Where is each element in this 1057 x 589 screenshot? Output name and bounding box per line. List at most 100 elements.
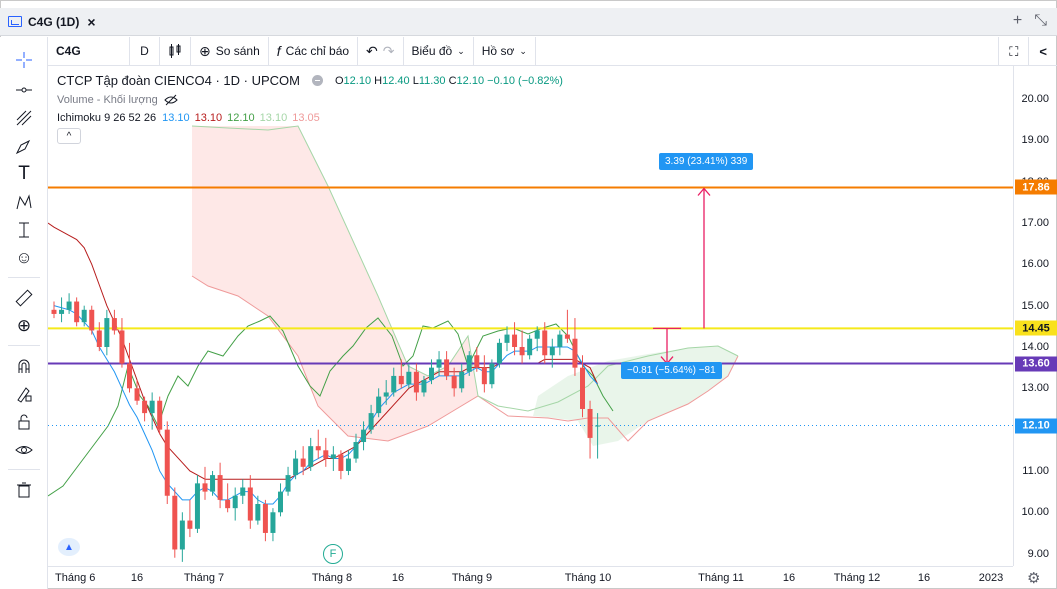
- low-value: 11.30: [418, 74, 446, 87]
- time-tick-label: 16: [782, 572, 796, 584]
- candle-body: [481, 367, 487, 385]
- candle-body: [564, 334, 570, 339]
- candle-body: [172, 495, 178, 550]
- share-button[interactable]: <: [1028, 37, 1057, 66]
- candle-type-button[interactable]: [160, 36, 191, 66]
- magnet-icon[interactable]: [0, 353, 48, 379]
- financial-event-marker[interactable]: F: [323, 544, 343, 564]
- volume-label: Volume - Khối lượng: [57, 94, 158, 106]
- candle-body: [512, 334, 518, 347]
- price-axis[interactable]: 20.0019.0018.0017.0016.0015.0014.0013.00…: [1013, 66, 1057, 566]
- candle-body: [142, 400, 148, 414]
- fullscreen-icon: ⛶: [1009, 43, 1019, 59]
- bullish-cloud: [533, 346, 738, 446]
- zoom-in-icon[interactable]: ⊕: [0, 313, 48, 339]
- candle-body: [436, 359, 442, 368]
- fx-icon: f: [276, 43, 281, 59]
- candle-body: [587, 408, 593, 438]
- tradingview-logo-icon[interactable]: ▲: [58, 538, 80, 556]
- price-tick-label: 14.00: [1021, 340, 1049, 353]
- trend-line-icon[interactable]: [0, 77, 48, 103]
- candle-body: [353, 442, 359, 459]
- share-icon: <: [1039, 44, 1047, 59]
- candle-body: [489, 363, 495, 385]
- ruler-icon[interactable]: [0, 285, 48, 311]
- candles-icon: [169, 44, 181, 58]
- time-axis[interactable]: Tháng 6 16 Tháng 7 Tháng 8 16 Tháng 9 Tháng 10…: [48, 566, 1013, 589]
- interval-button[interactable]: D: [130, 36, 160, 66]
- price-level-badge: 17.86: [1015, 179, 1057, 195]
- close-tab-icon[interactable]: ×: [87, 14, 95, 30]
- measure-up-label[interactable]: 3.39 (23.41%) 339: [659, 153, 754, 170]
- chart-legend: CTCP Tập đoàn CIENCO4 · 1D · UPCOM O12.1…: [57, 73, 563, 144]
- candle-body: [474, 355, 480, 368]
- emoji-icon[interactable]: ☺: [0, 245, 48, 271]
- candle-body: [406, 371, 412, 385]
- change-value: −0.10 (−0.82%): [487, 74, 563, 87]
- candle-body: [413, 371, 419, 393]
- profile-menu[interactable]: Hồ sơ ⌄: [474, 36, 536, 66]
- brush-icon[interactable]: [0, 133, 48, 159]
- compare-button[interactable]: ⊕ So sánh: [191, 36, 269, 66]
- chart-type-menu[interactable]: Biểu đồ ⌄: [404, 36, 474, 66]
- lock-drawing-icon[interactable]: [0, 381, 48, 407]
- add-tab-icon[interactable]: +: [1013, 12, 1022, 30]
- chart-tab[interactable]: C4G (1D) ×: [0, 14, 96, 30]
- eye-icon[interactable]: [0, 437, 48, 463]
- candle-body: [398, 375, 404, 385]
- collapse-legend-button[interactable]: ^: [57, 128, 81, 144]
- candle-body: [96, 330, 102, 347]
- price-tick-label: 9.00: [1027, 547, 1049, 560]
- candle-body: [300, 458, 306, 467]
- candle-body: [232, 495, 238, 509]
- measure-down-label[interactable]: −0.81 (−5.64%) −81: [621, 362, 722, 379]
- candle-body: [383, 392, 389, 397]
- indicators-button[interactable]: f Các chỉ báo: [269, 36, 359, 66]
- time-tick-label: Tháng 7: [183, 572, 225, 584]
- plus-circle-icon: ⊕: [199, 42, 211, 59]
- candle-body: [496, 342, 502, 364]
- fullscreen-button[interactable]: ⛶: [998, 37, 1028, 66]
- candle-body: [89, 309, 95, 331]
- toolbar-divider: [8, 277, 40, 278]
- redo-icon[interactable]: ↷: [383, 43, 395, 60]
- trash-icon[interactable]: [0, 477, 48, 503]
- candle-body: [157, 400, 163, 430]
- candle-body: [368, 413, 374, 430]
- chart-top-toolbar: C4G D ⊕ So sánh f Các chỉ báo ↶ ↷ Biểu đ…: [48, 36, 1057, 66]
- candle-body: [51, 309, 57, 314]
- candle-body: [111, 318, 117, 331]
- candle-body: [504, 334, 510, 343]
- price-level-badge: 13.60: [1015, 356, 1057, 372]
- candle-body: [217, 475, 223, 500]
- eye-hidden-icon[interactable]: [164, 94, 178, 106]
- undo-icon[interactable]: ↶: [366, 43, 378, 60]
- measure-icon[interactable]: [0, 217, 48, 243]
- text-tool-icon[interactable]: T: [0, 161, 48, 187]
- time-tick-label: 16: [391, 572, 405, 584]
- bearish-cloud: [192, 126, 478, 441]
- unlock-icon[interactable]: [0, 409, 48, 435]
- crosshair-icon[interactable]: [0, 47, 48, 73]
- fib-tool-icon[interactable]: [0, 105, 48, 131]
- candle-body: [330, 454, 336, 459]
- candle-body: [285, 475, 291, 492]
- candle-body: [240, 487, 246, 496]
- drawing-toolbar: T ☺ ⊕: [0, 37, 48, 589]
- open-value: 12.10: [343, 74, 372, 87]
- shrink-window-icon[interactable]: ⤡: [1034, 12, 1047, 30]
- ichimoku-value-3: 13.10: [259, 112, 288, 124]
- ohlc-values: O12.10 H12.40 L11.30 C12.10 −0.10 (−0.82…: [335, 75, 563, 87]
- price-level-badge: 14.45: [1015, 320, 1057, 336]
- candle-body: [74, 301, 80, 323]
- candle-body: [595, 425, 601, 427]
- pattern-icon[interactable]: [0, 189, 48, 215]
- candle-body: [134, 388, 140, 401]
- legend-menu-icon[interactable]: [311, 75, 323, 86]
- compare-label: So sánh: [215, 44, 260, 58]
- gear-icon[interactable]: ⚙: [1027, 569, 1040, 587]
- chart-tab-icon: [8, 16, 22, 27]
- symbol-search-button[interactable]: C4G: [48, 36, 130, 66]
- close-label: C: [448, 74, 457, 87]
- volume-legend: Volume - Khối lượng: [57, 94, 563, 106]
